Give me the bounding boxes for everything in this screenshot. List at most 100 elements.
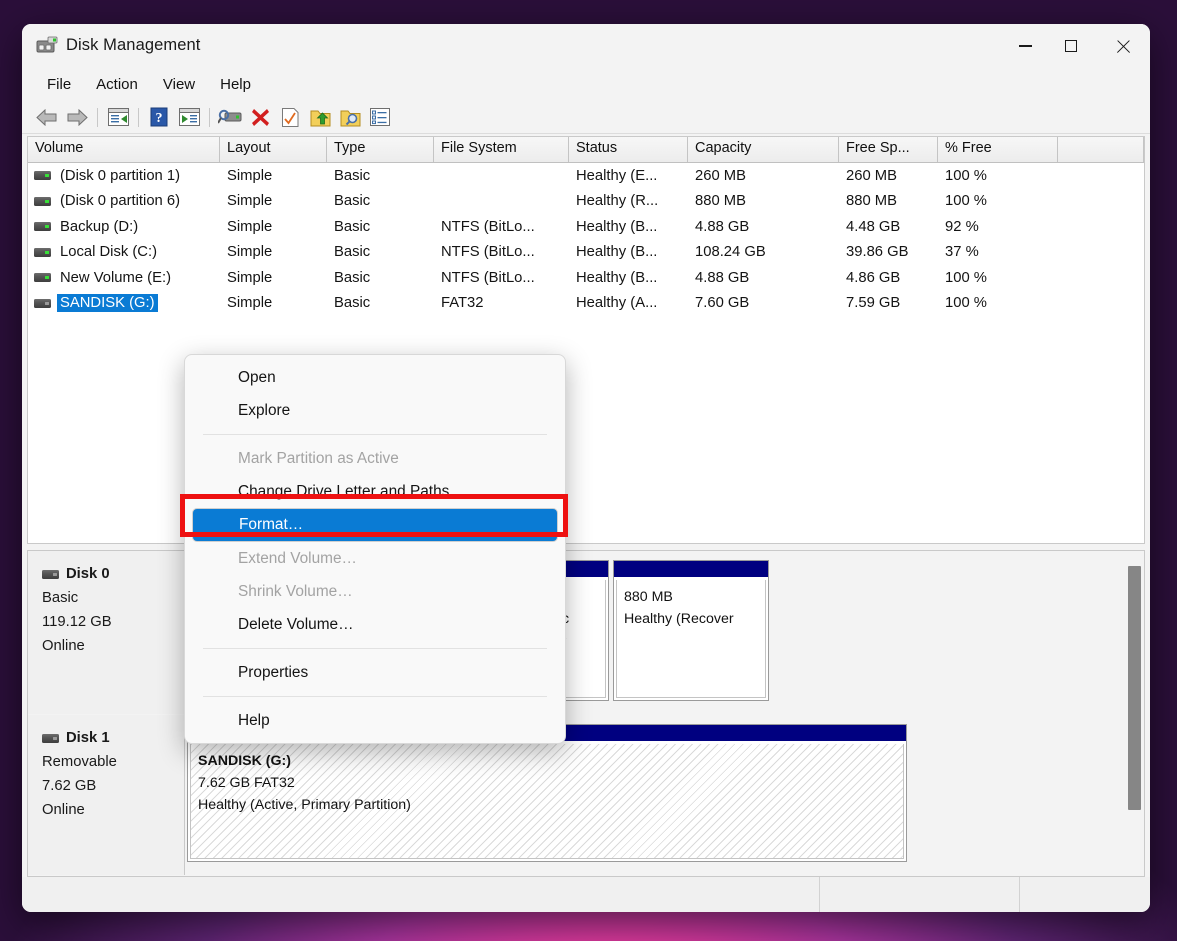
partition-block[interactable]: SANDISK (G:)7.62 GB FAT32Healthy (Active… [187,724,907,862]
column-header-file-system[interactable]: File System [434,137,569,162]
partition-capacity-bar [614,561,768,577]
cell-status: Healthy (B... [569,219,688,235]
close-button[interactable] [1094,24,1150,68]
back-arrow-icon[interactable] [32,104,62,130]
column-header-percent-free[interactable]: % Free [938,137,1058,162]
cell-type: Basic [327,168,434,184]
volume-name-label: New Volume (E:) [57,269,174,287]
cell-filesystem: NTFS (BitLo... [434,270,569,286]
context-menu-item-mark-partition-as-active: Mark Partition as Active [185,442,565,475]
cell-status: Healthy (E... [569,168,688,184]
table-row[interactable]: New Volume (E:)SimpleBasicNTFS (BitLo...… [28,265,1144,291]
context-menu-item-explore[interactable]: Explore [185,394,565,427]
cell-free-space: 7.59 GB [839,295,938,311]
cell-layout: Simple [220,193,327,209]
disk-state: Online [42,798,184,822]
forward-arrow-icon[interactable] [62,104,92,130]
cell-free-space: 4.48 GB [839,219,938,235]
column-header-volume[interactable]: Volume [28,137,220,162]
cell-percent-free: 100 % [938,295,1058,311]
cell-capacity: 880 MB [688,193,839,209]
table-row[interactable]: Local Disk (C:)SimpleBasicNTFS (BitLo...… [28,240,1144,266]
menu-action[interactable]: Action [85,73,149,96]
volume-name-label: (Disk 0 partition 1) [57,167,183,185]
cell-percent-free: 37 % [938,244,1058,260]
rescan-disks-icon[interactable] [215,104,245,130]
partition-block[interactable]: 880 MBHealthy (Recover [613,560,769,701]
cell-capacity: 108.24 GB [688,244,839,260]
toolbar-separator-2 [138,108,139,127]
disk-kind: Removable [42,750,184,774]
partition-title: SANDISK (G:) [198,750,903,772]
context-menu-item-properties[interactable]: Properties [185,656,565,689]
table-row[interactable]: Backup (D:)SimpleBasicNTFS (BitLo...Heal… [28,214,1144,240]
context-menu-item-shrink-volume: Shrink Volume… [185,575,565,608]
column-header-layout[interactable]: Layout [220,137,327,162]
partition-status: Healthy (Recover [624,608,765,630]
cell-status: Healthy (A... [569,295,688,311]
context-menu-item-delete-volume[interactable]: Delete Volume… [185,608,565,641]
context-menu-separator [203,648,547,649]
context-menu-item-open[interactable]: Open [185,361,565,394]
disk-info-panel[interactable]: Disk 0Basic119.12 GBOnline [28,551,185,714]
column-header-free-space[interactable]: Free Sp... [839,137,938,162]
volume-name-label: Local Disk (C:) [57,243,160,261]
minimize-button[interactable] [1002,24,1048,68]
context-menu-item-extend-volume: Extend Volume… [185,542,565,575]
partition-details: SANDISK (G:)7.62 GB FAT32Healthy (Active… [190,744,904,859]
status-cell-1 [22,877,819,912]
cell-free-space: 880 MB [839,193,938,209]
show-hide-action-pane-icon[interactable] [174,104,204,130]
cell-status: Healthy (R... [569,193,688,209]
context-menu-separator [203,434,547,435]
context-menu-item-help[interactable]: Help [185,704,565,737]
disk-name-label: Disk 0 [66,562,110,586]
volume-drive-icon [34,299,51,308]
menu-file[interactable]: File [36,73,82,96]
delete-icon[interactable] [245,104,275,130]
context-menu-item-change-drive-letter-and-paths[interactable]: Change Drive Letter and Paths… [185,475,565,508]
table-row[interactable]: (Disk 0 partition 6)SimpleBasicHealthy (… [28,189,1144,215]
column-header-capacity[interactable]: Capacity [688,137,839,162]
volume-drive-icon [34,273,51,282]
column-header-blank[interactable] [1058,137,1144,162]
cell-percent-free: 100 % [938,193,1058,209]
graphic-view-scrollbar[interactable] [1127,553,1142,874]
disk-info-panel[interactable]: Disk 1Removable7.62 GBOnline [28,715,185,875]
maximize-button[interactable] [1048,24,1094,68]
cell-volume: (Disk 0 partition 1) [28,167,220,185]
help-icon[interactable]: ? [144,104,174,130]
volume-drive-icon [34,222,51,231]
export-list-icon[interactable] [305,104,335,130]
volume-drive-icon [34,197,51,206]
cell-percent-free: 92 % [938,219,1058,235]
cell-layout: Simple [220,168,327,184]
volume-list-header: Volume Layout Type File System Status Ca… [28,137,1144,163]
title-bar: Disk Management [22,24,1150,68]
cell-type: Basic [327,244,434,260]
scrollbar-thumb[interactable] [1128,566,1141,810]
detail-list-icon[interactable] [365,104,395,130]
partition-details: 880 MBHealthy (Recover [616,580,766,698]
column-header-type[interactable]: Type [327,137,434,162]
show-hide-console-tree-icon[interactable] [103,104,133,130]
volume-drive-icon [34,171,51,180]
cell-volume: SANDISK (G:) [28,294,220,312]
disk-size: 119.12 GB [42,610,184,634]
context-menu-item-format[interactable]: Format… [192,508,558,542]
properties-icon[interactable] [275,104,305,130]
table-row[interactable]: (Disk 0 partition 1) SimpleBasic Healthy (… [28,163,1144,189]
volume-name-label: SANDISK (G:) [57,294,158,312]
table-row[interactable]: SANDISK (G:)SimpleBasicFAT32Healthy (A..… [28,291,1144,317]
cell-capacity: 7.60 GB [688,295,839,311]
menu-help[interactable]: Help [209,73,262,96]
toolbar: ? [22,101,1150,134]
close-icon [1115,39,1130,54]
menu-view[interactable]: View [152,73,206,96]
column-header-status[interactable]: Status [569,137,688,162]
context-menu-separator [203,696,547,697]
cell-filesystem: FAT32 [434,295,569,311]
disk-kind: Basic [42,586,184,610]
find-icon[interactable] [335,104,365,130]
disk-management-icon [36,36,58,56]
